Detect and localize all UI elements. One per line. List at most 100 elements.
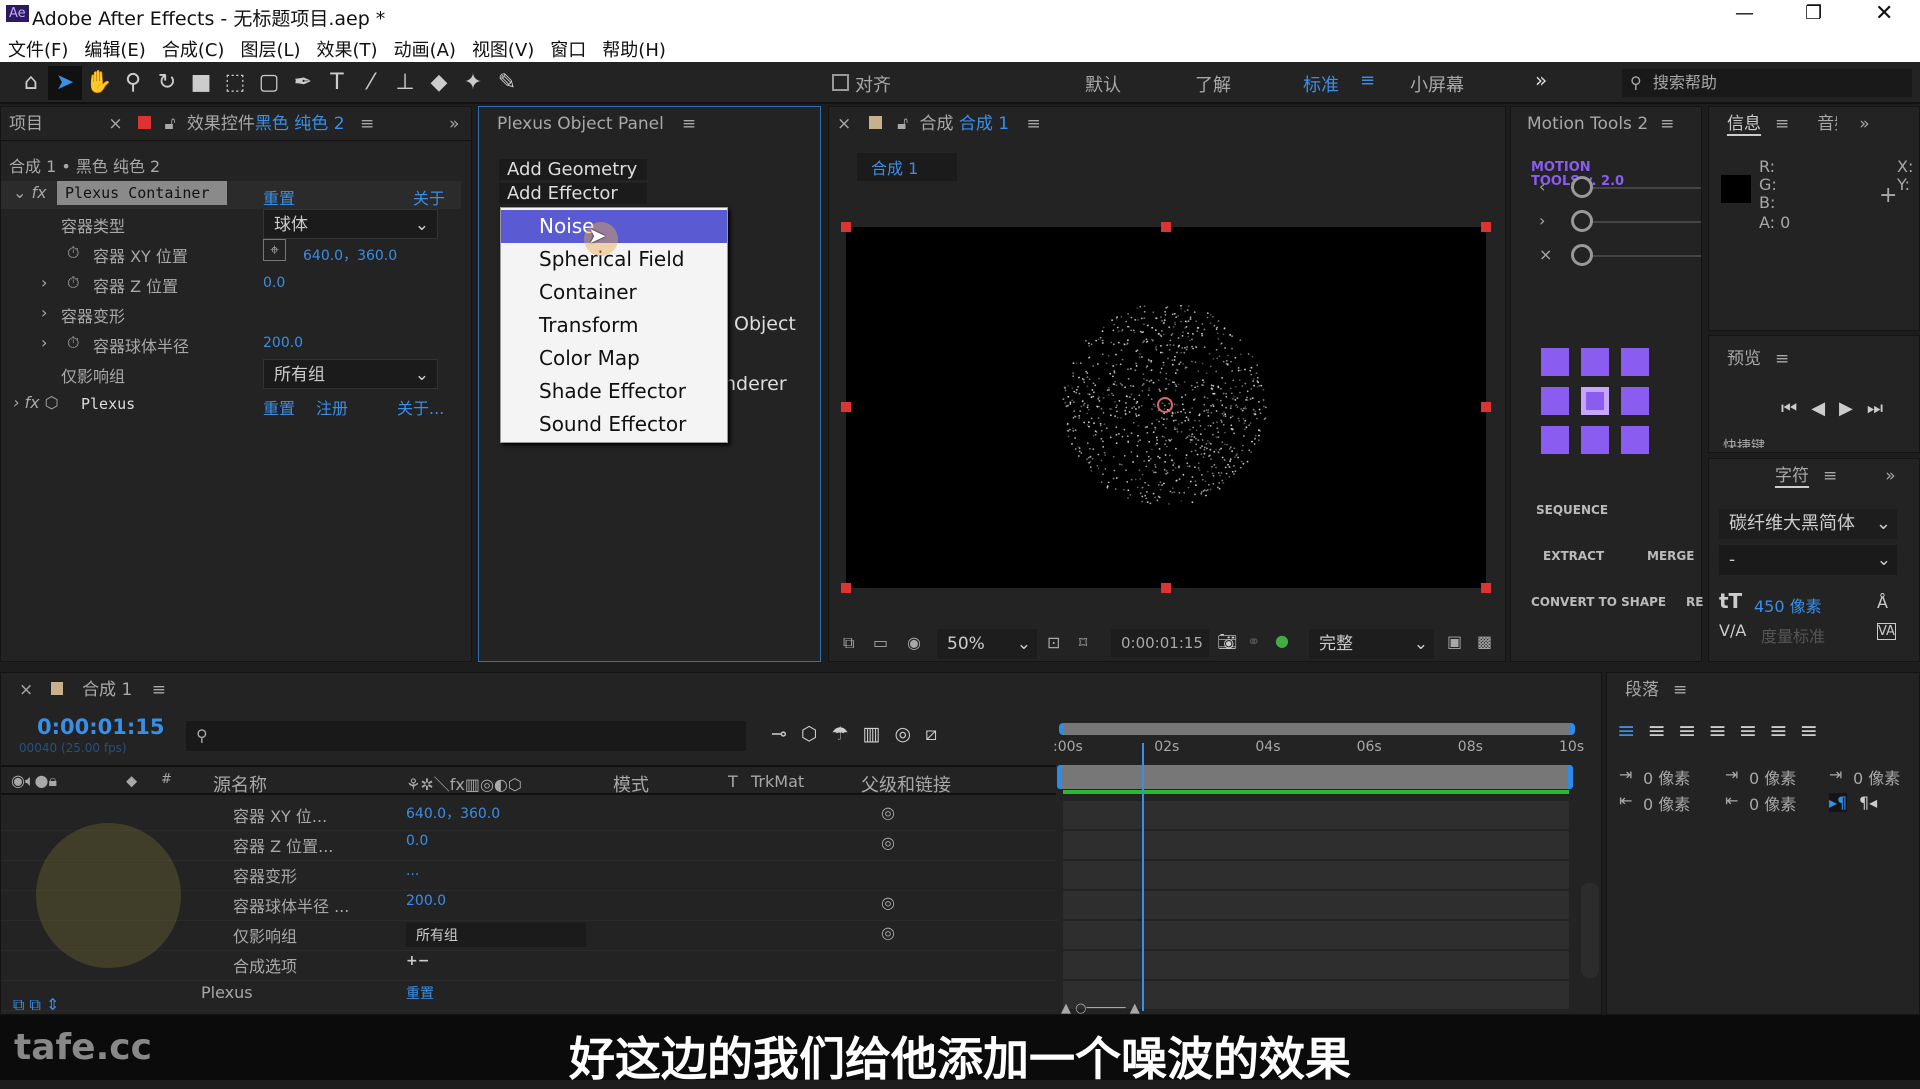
ltr-direction-icon[interactable]: ▸¶ — [1829, 793, 1848, 812]
transparency-grid-icon[interactable]: ⌑ — [1079, 633, 1087, 652]
layer-handle[interactable] — [841, 402, 851, 412]
menu-layer[interactable]: 图层(L) — [240, 40, 300, 61]
rtl-direction-icon[interactable]: ¶◂ — [1859, 793, 1877, 812]
workspace-small-screen[interactable]: 小屏幕 — [1410, 71, 1464, 97]
tab-timeline[interactable]: 合成 1 — [82, 680, 132, 700]
slider-track[interactable] — [1591, 255, 1701, 257]
justify-center-icon[interactable]: ≡ — [1739, 719, 1769, 744]
layer-handle[interactable] — [1481, 583, 1491, 593]
panel-menu-icon[interactable]: ≡ — [1660, 114, 1674, 134]
slider-track[interactable] — [1591, 221, 1701, 223]
panel-menu-icon[interactable]: ≡ — [1673, 680, 1687, 700]
graph-editor-icon[interactable]: ⧄ — [925, 723, 951, 745]
preview-options-icon[interactable]: ⧉ — [843, 633, 854, 653]
current-time-display[interactable]: 0:00:01:15 — [1111, 629, 1209, 657]
z-position-value[interactable]: 0.0 — [263, 275, 285, 291]
timeline-row[interactable] — [1, 951, 1056, 981]
panel-menu-icon[interactable]: ≡ — [360, 114, 374, 134]
timeline-scrollbar[interactable] — [1581, 883, 1599, 978]
pen-tool-icon[interactable]: ✒ — [286, 66, 320, 100]
menu-effect[interactable]: 效果(T) — [317, 40, 378, 61]
previous-frame-icon[interactable]: ◀ — [1811, 398, 1839, 419]
layer-handle[interactable] — [841, 222, 851, 232]
sphere-radius-value[interactable]: 200.0 — [263, 335, 303, 351]
anchor-button[interactable] — [1581, 348, 1609, 376]
anchor-button[interactable] — [1621, 426, 1649, 454]
justify-right-icon[interactable]: ≡ — [1769, 719, 1799, 744]
zoom-tool-icon[interactable]: ⚲ — [116, 66, 150, 100]
layer-handle[interactable] — [1161, 583, 1171, 593]
menu-item-shade-effector[interactable]: Shade Effector — [501, 375, 727, 408]
tab-audio[interactable]: 音频 — [1817, 107, 1837, 141]
panel-menu-icon[interactable]: ≡ — [152, 680, 166, 700]
indent-right-value[interactable]: 0 像素 — [1643, 791, 1690, 815]
expand-arrow-icon[interactable]: › — [41, 333, 47, 352]
workspace-learn[interactable]: 了解 — [1195, 71, 1231, 97]
stopwatch-icon[interactable]: ⏱ — [67, 333, 79, 353]
frame-blending-icon[interactable]: ▥ — [863, 723, 895, 745]
tab-effect-controls[interactable]: 效果控件 — [187, 114, 255, 134]
reset-link[interactable]: 重置 — [263, 185, 295, 209]
menu-window[interactable]: 窗口 — [550, 40, 586, 61]
resolution-dropdown[interactable]: 完整 ⌄ — [1309, 629, 1434, 659]
layer-handle[interactable] — [1481, 402, 1491, 412]
workspace-standard[interactable]: 标准 — [1303, 71, 1339, 97]
menu-help[interactable]: 帮助(H) — [602, 40, 666, 61]
anchor-button[interactable] — [1621, 387, 1649, 415]
expand-panels-icon[interactable]: » — [1885, 466, 1895, 486]
work-area-bar[interactable] — [1059, 723, 1575, 735]
slider-knob[interactable] — [1571, 176, 1593, 198]
add-geometry-button[interactable]: Add Geometry — [499, 159, 647, 180]
anchor-button[interactable] — [1581, 387, 1609, 415]
play-icon[interactable]: ▶ — [1839, 398, 1867, 419]
eraser-tool-icon[interactable]: ◆ — [422, 66, 456, 100]
panel-menu-icon[interactable]: ≡ — [1775, 349, 1789, 369]
toggle-switches-icons[interactable]: ⧉ ⧉ ⇕ — [13, 995, 59, 1015]
camera-tool-icon[interactable]: ■ — [184, 66, 218, 100]
justify-all-icon[interactable]: ≡ — [1800, 719, 1830, 744]
motion-blur-icon[interactable]: ◎ — [895, 723, 926, 745]
slider-knob[interactable] — [1571, 244, 1593, 266]
menu-composition[interactable]: 合成(C) — [162, 40, 225, 61]
zoom-dropdown[interactable]: 50% ⌄ — [937, 629, 1037, 659]
space-before-value[interactable]: 0 像素 — [1749, 765, 1796, 789]
brush-tool-icon[interactable]: ⁄ — [354, 66, 388, 100]
home-icon[interactable]: ⌂ — [14, 66, 48, 100]
close-tab-icon[interactable]: × — [108, 114, 122, 134]
source-name-column[interactable]: 源名称 — [213, 771, 267, 797]
add-effector-button[interactable]: Add Effector — [499, 183, 647, 204]
draft-3d-icon[interactable]: ⬡ — [801, 723, 832, 745]
composition-flowchart-icon[interactable]: ⊸ — [771, 723, 801, 745]
text-tool-icon[interactable]: T — [320, 66, 354, 100]
parent-column[interactable]: 父级和链接 — [861, 771, 951, 797]
pick-whip-icon[interactable]: ◎ — [881, 893, 895, 912]
font-style-dropdown[interactable]: - ⌄ — [1719, 545, 1897, 575]
expand-arrow-icon[interactable]: › — [41, 273, 47, 292]
property-value[interactable]: +− — [406, 953, 429, 969]
comp-breadcrumb[interactable]: 合成 1 — [857, 153, 957, 181]
about-link[interactable]: 关于 — [413, 185, 445, 209]
mask-toggle-icon[interactable]: ◉ — [907, 633, 921, 652]
justify-left-icon[interactable]: ≡ — [1708, 719, 1738, 744]
pick-whip-icon[interactable]: ◎ — [881, 803, 895, 822]
hand-tool-icon[interactable]: ✋ — [82, 66, 116, 100]
property-value[interactable]: 重置 — [406, 983, 434, 1003]
shy-layers-icon[interactable]: ☂ — [832, 723, 863, 745]
timeline-row[interactable] — [1, 801, 1056, 831]
position-target-icon[interactable]: ⌖ — [263, 239, 287, 261]
affect-groups-dropdown[interactable]: 所有组 ⌄ — [263, 359, 438, 389]
layer-handle[interactable] — [841, 583, 851, 593]
pick-whip-icon[interactable]: ◎ — [881, 923, 895, 942]
align-center-icon[interactable]: ≡ — [1647, 719, 1677, 744]
menu-animation[interactable]: 动画(A) — [394, 40, 456, 61]
xy-position-value[interactable]: 640.0，360.0 — [303, 245, 397, 265]
reset-link[interactable]: 重置 — [263, 395, 295, 419]
anchor-button[interactable] — [1541, 387, 1569, 415]
workspace-menu-icon[interactable]: ≡ — [1360, 70, 1375, 91]
layer-search-input[interactable]: ⚲ — [186, 721, 746, 751]
tab-project[interactable]: 项目 — [9, 114, 43, 134]
indent-left-value[interactable]: 0 像素 — [1643, 765, 1690, 789]
menu-view[interactable]: 视图(V) — [472, 40, 534, 61]
menu-item-container[interactable]: Container — [501, 276, 727, 309]
region-of-interest-icon[interactable]: ⊡ — [1047, 633, 1060, 652]
